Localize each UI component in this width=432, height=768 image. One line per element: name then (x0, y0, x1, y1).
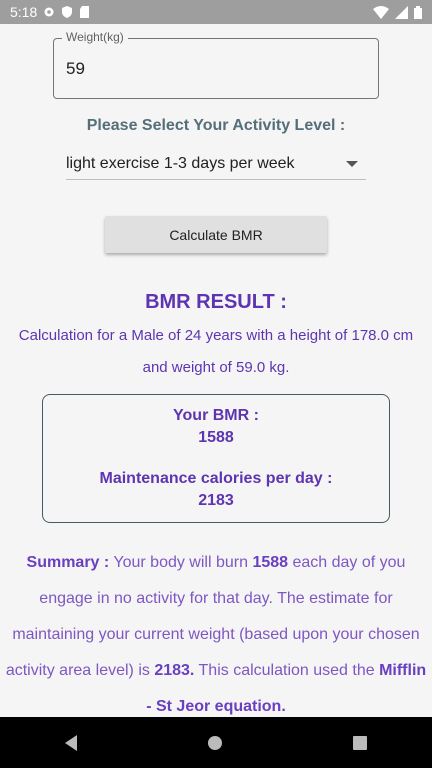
summary-bmr: 1588 (252, 554, 289, 571)
status-bar: 5:18 (0, 0, 432, 24)
summary-text: Summary : Your body will burn 1588 each … (4, 545, 428, 725)
dropdown-arrow-icon (346, 160, 358, 167)
signal-icon (395, 5, 408, 19)
calculate-bmr-button[interactable]: Calculate BMR (105, 216, 327, 253)
result-box: Your BMR : 1588 Maintenance calories per… (42, 394, 390, 523)
summary-calories: 2183. (154, 662, 195, 679)
bmr-label: Your BMR : (173, 407, 259, 424)
shield-icon (62, 6, 73, 18)
status-time: 5:18 (10, 4, 38, 20)
battery-icon (414, 5, 422, 19)
activity-level-selected: light exercise 1-3 days per week (66, 154, 295, 172)
home-icon[interactable] (207, 735, 222, 750)
sd-card-icon (80, 6, 90, 18)
result-title: BMR RESULT : (145, 291, 287, 313)
bmr-value: 1588 (198, 429, 234, 446)
summary-label: Summary : (26, 554, 110, 571)
summary-part: This calculation used the (194, 662, 380, 679)
recents-icon[interactable] (352, 735, 367, 750)
maintenance-value: 2183 (198, 492, 234, 509)
navigation-bar (0, 717, 432, 768)
settings-icon (44, 7, 54, 17)
summary-part: each day of you engage in no activity fo… (5, 554, 420, 679)
weight-label: Weight(kg) (62, 30, 128, 44)
result-description: Calculation for a Male of 24 years with … (18, 327, 414, 376)
wifi-icon (373, 5, 389, 19)
back-icon[interactable] (65, 734, 78, 751)
weight-input[interactable]: Weight(kg) 59 (53, 30, 379, 99)
weight-value[interactable]: 59 (66, 59, 85, 79)
activity-level-dropdown[interactable]: light exercise 1-3 days per week (66, 148, 366, 180)
activity-level-title: Please Select Your Activity Level : (86, 117, 346, 134)
maintenance-label: Maintenance calories per day : (99, 470, 333, 487)
summary-part: Your body will burn (109, 554, 253, 571)
